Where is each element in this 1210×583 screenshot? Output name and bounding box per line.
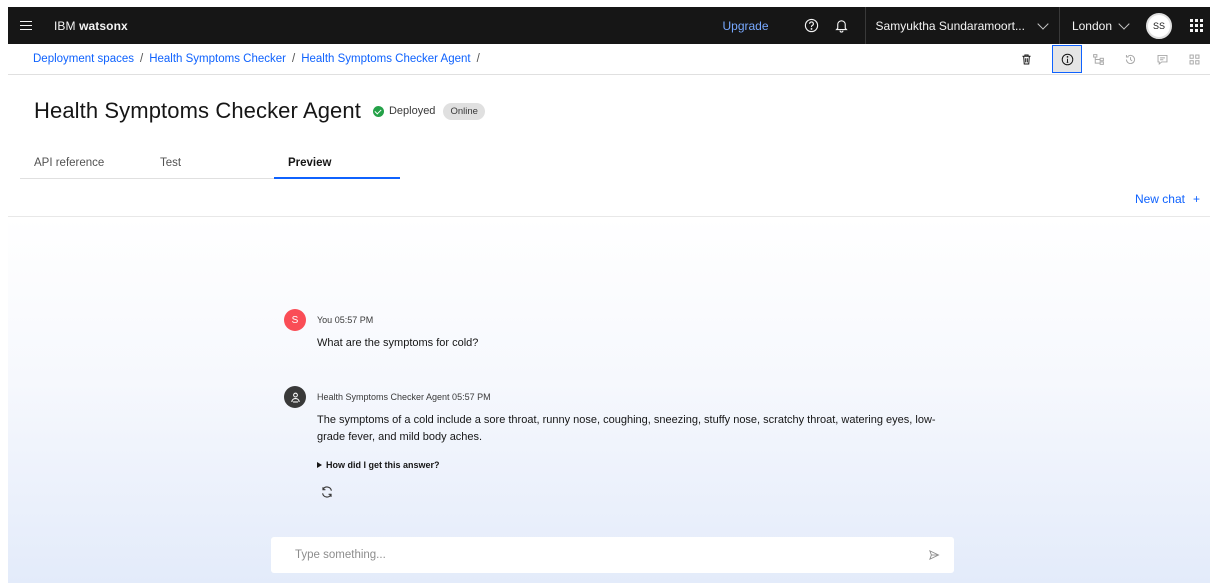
explain-answer-toggle[interactable]: How did I get this answer? (317, 460, 957, 470)
account-switcher[interactable]: Samyuktha Sundaramoort... (866, 17, 1059, 33)
page-header: Health Symptoms Checker Agent Deployed O… (34, 98, 485, 124)
new-chat-button[interactable]: New chat + (1135, 192, 1200, 206)
region-selector[interactable]: London (1060, 17, 1140, 33)
message-text: What are the symptoms for cold? (317, 337, 479, 349)
chat-panel: S You 05:57 PM What are the symptoms for… (8, 217, 1210, 583)
message-meta: You 05:57 PM (317, 315, 374, 325)
user-message-avatar: S (284, 309, 306, 331)
tab-list: API reference Test Preview (20, 150, 400, 179)
page-title: Health Symptoms Checker Agent (34, 98, 361, 123)
status-badge: Online (443, 102, 485, 120)
checkmark-icon (372, 105, 384, 117)
explain-answer-label: How did I get this answer? (326, 460, 440, 470)
agent-icon (284, 386, 306, 408)
history-icon[interactable] (1114, 44, 1146, 75)
product-brand[interactable]: IBM watsonx (54, 19, 128, 33)
top-navigation-bar: IBM watsonx Upgrade Samyuktha Sundaramoo… (8, 7, 1210, 44)
tab-api-reference[interactable]: API reference (20, 150, 146, 179)
account-name: Samyuktha Sundaramoort... (875, 18, 1025, 33)
breadcrumb-deployment[interactable]: Health Symptoms Checker Agent (301, 53, 470, 65)
comment-icon[interactable] (1146, 44, 1178, 75)
regenerate-icon[interactable] (320, 485, 334, 499)
breadcrumb-space[interactable]: Health Symptoms Checker (149, 53, 286, 65)
user-avatar[interactable]: SS (1146, 12, 1172, 39)
chat-input-container (271, 537, 954, 573)
plus-icon: + (1192, 192, 1200, 206)
chevron-down-icon (1118, 17, 1130, 30)
upgrade-link[interactable]: Upgrade (723, 19, 769, 33)
hierarchy-icon[interactable] (1082, 44, 1114, 75)
help-icon[interactable] (797, 7, 827, 44)
breadcrumb-separator: / (476, 53, 480, 65)
brand-prefix: IBM (54, 18, 76, 33)
breadcrumb: Deployment spaces / Health Symptoms Chec… (33, 53, 480, 65)
app-switcher-icon[interactable] (1182, 7, 1210, 44)
breadcrumb-bar: Deployment spaces / Health Symptoms Chec… (8, 44, 1210, 75)
breadcrumb-deployment-spaces[interactable]: Deployment spaces (33, 53, 134, 65)
info-icon[interactable] (1052, 45, 1082, 73)
caret-right-icon (317, 462, 322, 468)
message-text: The symptoms of a cold include a sore th… (317, 414, 936, 443)
breadcrumb-separator: / (291, 53, 296, 65)
chat-message-agent: Health Symptoms Checker Agent 05:57 PM T… (284, 386, 957, 504)
status-label: Deployed (388, 105, 436, 117)
hamburger-icon[interactable] (12, 7, 40, 44)
chat-message-user: S You 05:57 PM What are the symptoms for… (284, 309, 957, 352)
apps-icon[interactable] (1178, 44, 1210, 75)
region-label: London (1071, 18, 1112, 33)
brand-name: watsonx (79, 18, 128, 33)
send-icon[interactable] (914, 537, 954, 573)
chat-input[interactable] (295, 549, 914, 561)
breadcrumb-separator: / (140, 53, 144, 65)
tab-preview[interactable]: Preview (274, 150, 400, 179)
message-meta: Health Symptoms Checker Agent 05:57 PM (317, 392, 491, 402)
message-header: S You 05:57 PM (284, 309, 957, 331)
toolbar-gap (1042, 44, 1052, 75)
page-toolbar (1010, 44, 1210, 75)
trash-icon[interactable] (1010, 44, 1042, 75)
new-chat-label: New chat (1134, 192, 1185, 206)
chevron-down-icon (1037, 17, 1049, 30)
bell-icon[interactable] (827, 7, 857, 44)
message-header: Health Symptoms Checker Agent 05:57 PM (284, 386, 957, 408)
deployment-status: Deployed (372, 105, 436, 117)
tab-test[interactable]: Test (146, 150, 274, 179)
